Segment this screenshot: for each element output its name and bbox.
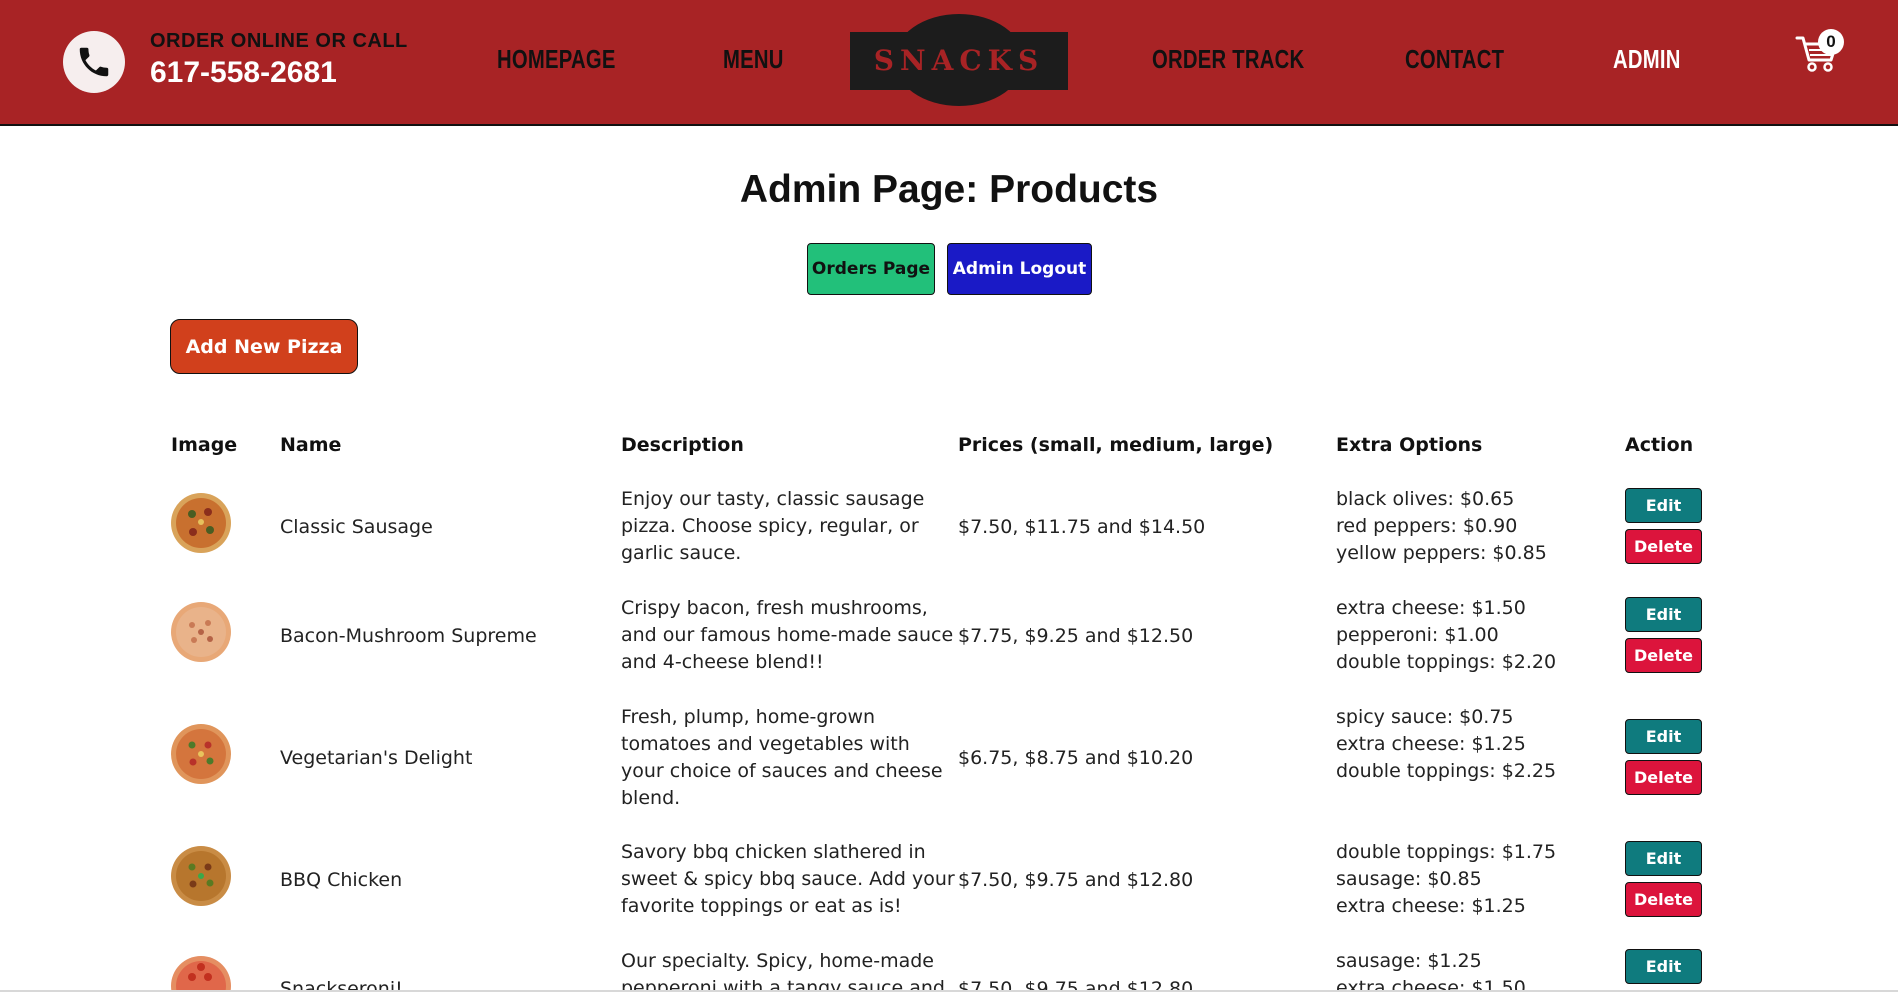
pizza-name: Vegetarian's Delight [280, 747, 473, 769]
call-info: ORDER ONLINE OR CALL 617-558-2681 [150, 30, 408, 90]
pizza-name: Classic Sausage [280, 516, 433, 538]
column-header-name: Name [280, 434, 342, 456]
column-header-extra-options: Extra Options [1336, 434, 1483, 456]
edit-button[interactable]: Edit [1625, 597, 1702, 632]
phone-icon [79, 47, 109, 77]
page-title: Admin Page: Products [739, 168, 1159, 211]
column-header-prices: Prices (small, medium, large) [958, 434, 1274, 456]
column-header-description: Description [621, 434, 744, 456]
pizza-prices: $7.50, $9.75 and $12.80 [958, 869, 1194, 891]
delete-button[interactable]: Delete [1625, 882, 1702, 917]
delete-button[interactable]: Delete [1625, 529, 1702, 564]
pizza-description: Our specialty. Spicy, home-made pepperoni… [621, 950, 945, 992]
cart-count-badge: 0 [1818, 29, 1844, 55]
top-navbar: ORDER ONLINE OR CALL 617-558-2681 HOMEPA… [0, 0, 1898, 126]
column-header-image: Image [171, 434, 238, 456]
admin-logout-button[interactable]: Admin Logout [947, 243, 1092, 295]
pizza-extras: double toppings: $1.75 sausage: $0.85 extr… [1336, 841, 1557, 917]
logo-text: SNACKS [873, 44, 1045, 77]
column-header-action: Action [1625, 434, 1694, 456]
nav-admin[interactable]: ADMIN [1613, 44, 1681, 75]
pizza-description: Enjoy our tasty, classic sausage pizza. C… [621, 488, 925, 564]
nav-order-track[interactable]: ORDER TRACK [1152, 44, 1304, 75]
pizza-image [171, 846, 231, 906]
pizza-description: Savory bbq chicken slathered in sweet & s… [621, 841, 955, 917]
delete-button[interactable]: Delete [1625, 760, 1702, 795]
snacks-logo[interactable]: SNACKS [850, 14, 1068, 106]
nav-homepage[interactable]: HOMEPAGE [497, 44, 616, 75]
phone-number: 617-558-2681 [150, 56, 337, 89]
orders-page-button[interactable]: Orders Page [807, 243, 935, 295]
edit-button[interactable]: Edit [1625, 488, 1702, 523]
edit-button[interactable]: Edit [1625, 719, 1702, 754]
pizza-image [171, 724, 231, 784]
nav-menu[interactable]: MENU [723, 44, 784, 75]
nav-contact[interactable]: CONTACT [1405, 44, 1504, 75]
pizza-image [171, 602, 231, 662]
pizza-extras: sausage: $1.25 extra cheese: $1.50 [1336, 950, 1526, 992]
pizza-description: Fresh, plump, home-grown tomatoes and veg… [621, 706, 943, 809]
delete-button[interactable]: Delete [1625, 638, 1702, 673]
pizza-prices: $7.50, $11.75 and $14.50 [958, 516, 1206, 538]
pizza-name: BBQ Chicken [280, 869, 403, 891]
pizza-image [171, 956, 231, 992]
pizza-description: Crispy bacon, fresh mushrooms, and our fa… [621, 597, 954, 673]
pizza-extras: spicy sauce: $0.75 extra cheese: $1.25 dou… [1336, 706, 1557, 782]
pizza-prices: $7.75, $9.25 and $12.50 [958, 625, 1194, 647]
call-label: ORDER ONLINE OR CALL [150, 30, 408, 52]
edit-button[interactable]: Edit [1625, 841, 1702, 876]
pizza-image [171, 493, 231, 553]
pizza-name: Bacon-Mushroom Supreme [280, 625, 537, 647]
pizza-prices: $6.75, $8.75 and $10.20 [958, 747, 1194, 769]
edit-button[interactable]: Edit [1625, 949, 1702, 984]
pizza-extras: extra cheese: $1.50 pepperoni: $1.00 doubl… [1336, 597, 1557, 673]
pizza-extras: black olives: $0.65 red peppers: $0.90 yel… [1336, 488, 1547, 564]
add-new-pizza-button[interactable]: Add New Pizza [170, 319, 358, 374]
phone-icon-button[interactable] [63, 31, 125, 93]
